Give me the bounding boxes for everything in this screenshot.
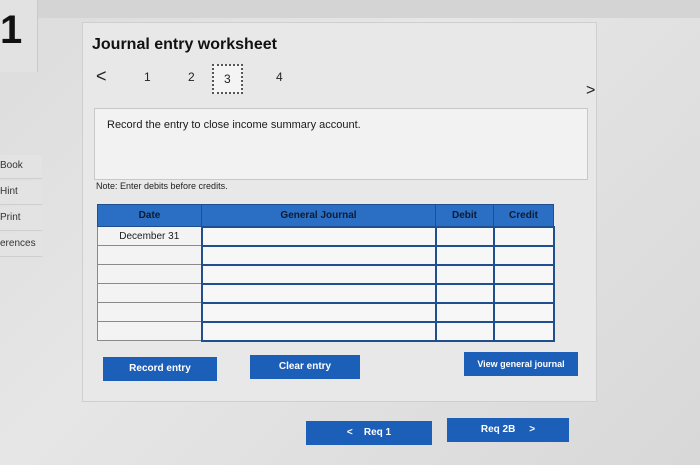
instruction-text: Record the entry to close income summary… bbox=[107, 119, 361, 131]
tab-2[interactable]: 2 bbox=[188, 70, 195, 84]
date-cell[interactable] bbox=[97, 321, 202, 341]
account-input[interactable] bbox=[200, 282, 437, 304]
instruction-box: Record the entry to close income summary… bbox=[94, 108, 588, 180]
journal-table: Date General Journal Debit Credit Decemb… bbox=[97, 204, 555, 342]
table-header-row: Date General Journal Debit Credit bbox=[97, 204, 554, 227]
tab-4[interactable]: 4 bbox=[276, 70, 283, 84]
account-input[interactable] bbox=[200, 225, 437, 247]
debit-input[interactable] bbox=[434, 244, 495, 266]
next-requirement-label: Req 2B bbox=[480, 424, 516, 435]
chevron-right-icon: > bbox=[529, 424, 536, 435]
credit-input[interactable] bbox=[492, 244, 555, 266]
date-cell[interactable] bbox=[97, 283, 202, 303]
clear-entry-button[interactable]: Clear entry bbox=[250, 355, 360, 379]
debit-input[interactable] bbox=[434, 301, 495, 323]
prev-requirement-label: Req 1 bbox=[363, 427, 392, 438]
credit-input[interactable] bbox=[492, 225, 555, 247]
account-input[interactable] bbox=[200, 244, 437, 266]
prev-requirement-button[interactable]: < Req 1 bbox=[306, 421, 432, 445]
table-row bbox=[97, 282, 555, 304]
chevron-left-icon: < bbox=[346, 427, 353, 438]
tab-1[interactable]: 1 bbox=[144, 70, 151, 84]
worksheet-nav: < 1 2 3 4 > bbox=[92, 64, 597, 100]
account-input[interactable] bbox=[200, 263, 437, 285]
column-header-general-journal: General Journal bbox=[201, 204, 436, 227]
debit-input[interactable] bbox=[434, 225, 495, 247]
top-strip bbox=[0, 0, 700, 18]
note-text: Note: Enter debits before credits. bbox=[96, 181, 228, 191]
credit-input[interactable] bbox=[492, 263, 555, 285]
table-row bbox=[97, 320, 555, 342]
column-header-date: Date bbox=[97, 204, 202, 227]
sidebar-item-book[interactable]: Book bbox=[0, 155, 42, 179]
record-entry-button[interactable]: Record entry bbox=[103, 357, 217, 381]
page-number: 1 bbox=[0, 8, 23, 52]
debit-input[interactable] bbox=[434, 320, 495, 342]
date-cell[interactable] bbox=[97, 264, 202, 284]
page-title: Journal entry worksheet bbox=[92, 36, 277, 53]
date-cell[interactable]: December 31 bbox=[97, 226, 202, 246]
tab-3-active[interactable]: 3 bbox=[212, 64, 243, 94]
credit-input[interactable] bbox=[492, 320, 555, 342]
chevron-right-icon[interactable]: > bbox=[586, 82, 595, 100]
table-row bbox=[97, 263, 555, 285]
credit-input[interactable] bbox=[492, 282, 555, 304]
sidebar-item-print[interactable]: Print bbox=[0, 207, 42, 231]
account-input[interactable] bbox=[200, 320, 437, 342]
debit-input[interactable] bbox=[434, 282, 495, 304]
account-input[interactable] bbox=[200, 301, 437, 323]
date-cell[interactable] bbox=[97, 302, 202, 322]
debit-input[interactable] bbox=[434, 263, 495, 285]
credit-input[interactable] bbox=[492, 301, 555, 323]
sidebar-item-hint[interactable]: Hint bbox=[0, 181, 42, 205]
next-requirement-button[interactable]: Req 2B > bbox=[447, 418, 569, 442]
table-row: December 31 bbox=[97, 225, 555, 247]
table-row bbox=[97, 244, 555, 266]
view-general-journal-button[interactable]: View general journal bbox=[464, 352, 578, 376]
date-cell[interactable] bbox=[97, 245, 202, 265]
column-header-credit: Credit bbox=[493, 204, 554, 227]
table-row bbox=[97, 301, 555, 323]
sidebar-item-references[interactable]: erences bbox=[0, 233, 42, 257]
chevron-left-icon[interactable]: < bbox=[96, 66, 107, 87]
column-header-debit: Debit bbox=[435, 204, 494, 227]
sidebar: Book Hint Print erences bbox=[0, 155, 42, 259]
